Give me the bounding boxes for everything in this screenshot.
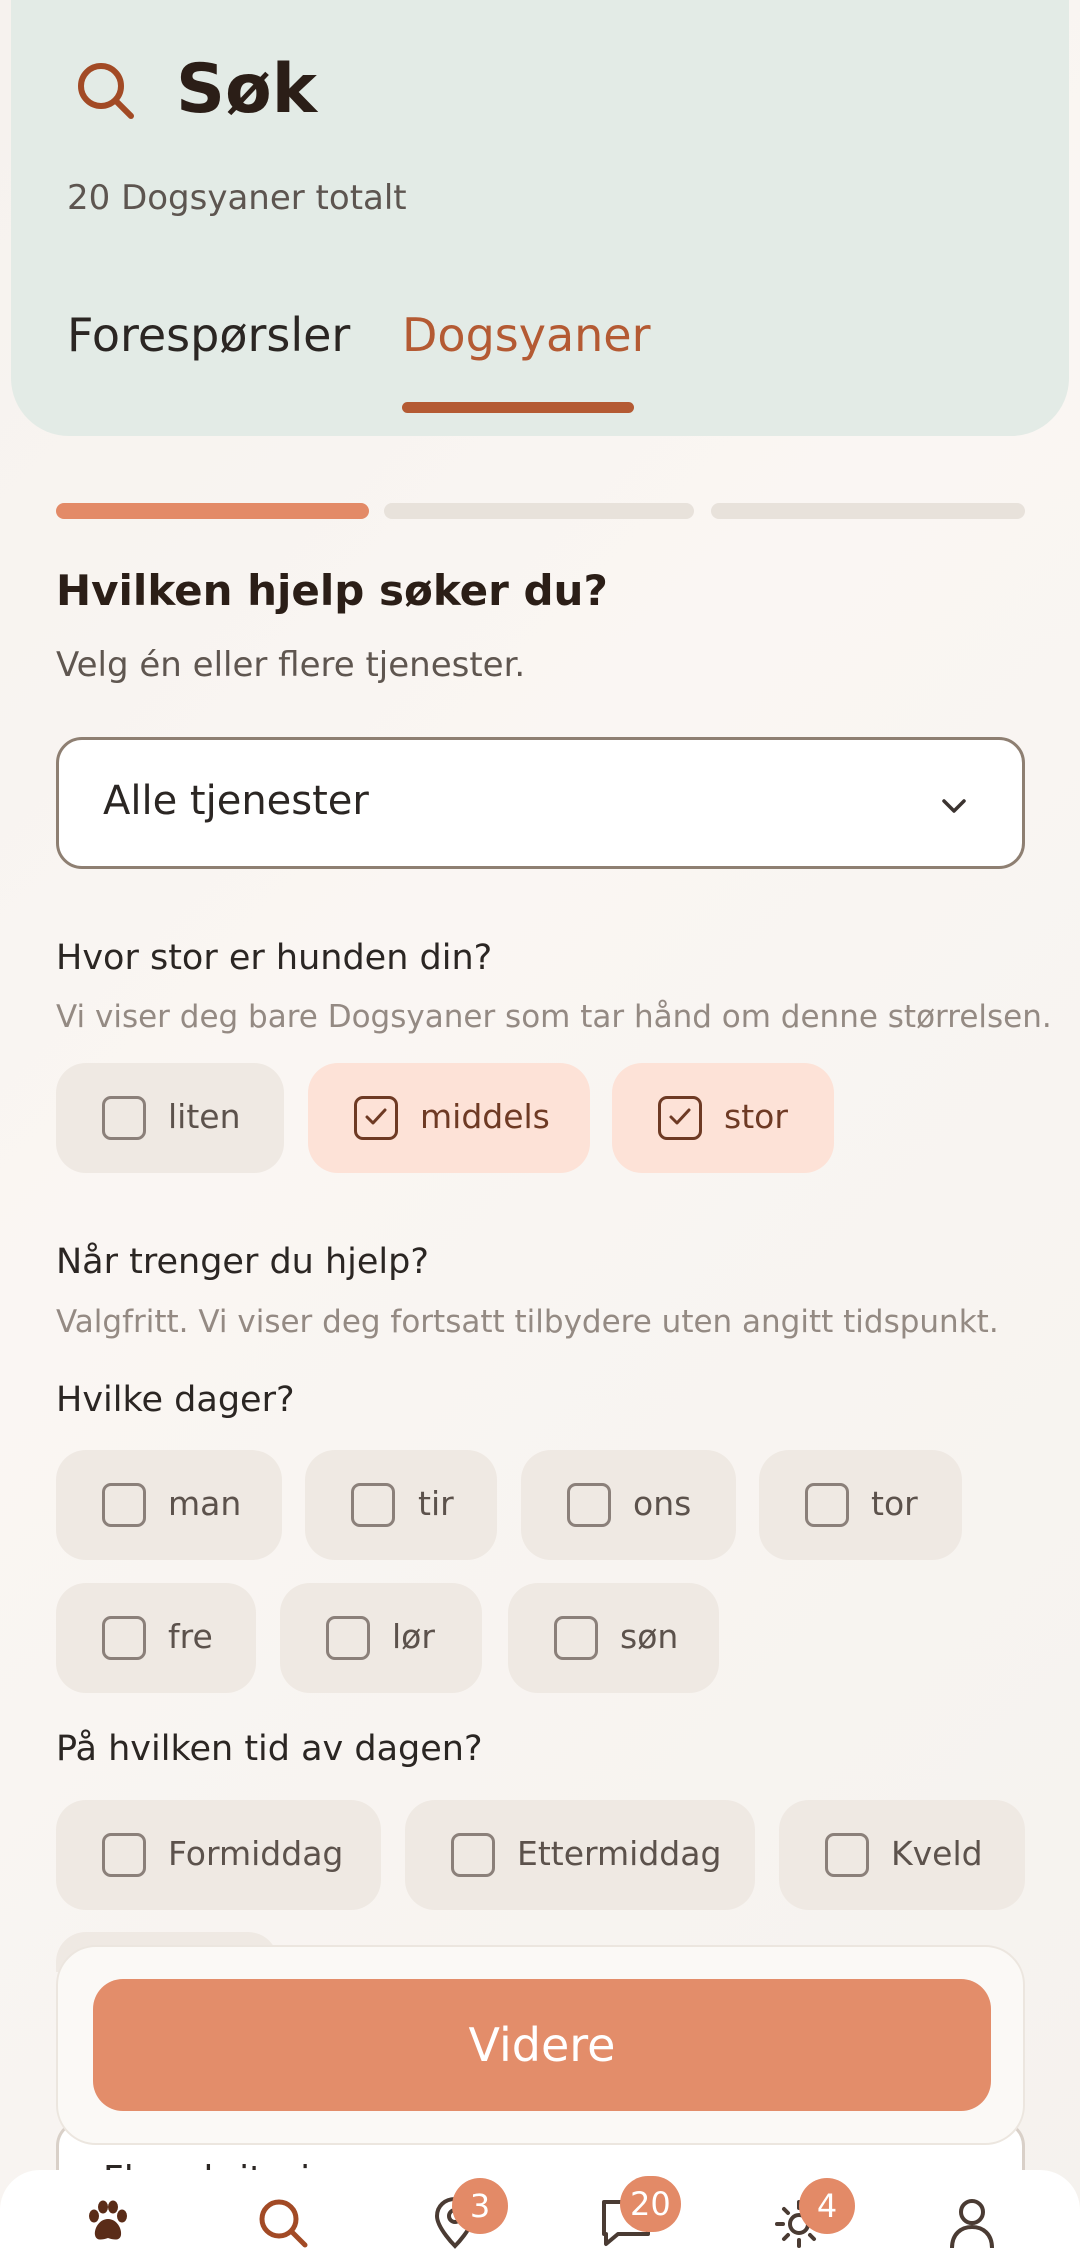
step-progress <box>56 503 1025 519</box>
nav-home[interactable] <box>80 2194 136 2250</box>
question-subtitle: Velg én eller flere tjenester. <box>56 645 526 685</box>
option-label: tir <box>418 1484 454 1523</box>
checkbox[interactable] <box>567 1483 611 1527</box>
profile-icon <box>950 2199 994 2249</box>
tab-dogsitters[interactable]: Dogsyaner <box>402 308 651 362</box>
check-icon <box>669 1108 691 1125</box>
total-count: 20 Dogsyaner totalt <box>67 178 407 218</box>
time-title: På hvilken tid av dagen? <box>56 1729 483 1769</box>
when-subtitle: Valgfritt. Vi viser deg fortsatt tilbyde… <box>56 1304 999 1340</box>
option-label: Formiddag <box>168 1834 344 1873</box>
progress-segment <box>711 503 1025 519</box>
day-option-thu[interactable]: tor <box>759 1450 962 1560</box>
chevron-down-icon <box>942 799 966 813</box>
day-option-fri[interactable]: fre <box>56 1583 256 1693</box>
time-option-evening[interactable]: Kveld <box>779 1800 1025 1910</box>
size-option-medium[interactable]: middels <box>308 1063 590 1173</box>
checkbox-checked[interactable] <box>354 1096 398 1140</box>
checkbox[interactable] <box>554 1616 598 1660</box>
check-icon <box>365 1108 387 1125</box>
day-option-wed[interactable]: ons <box>521 1450 736 1560</box>
search-icon <box>78 63 134 119</box>
map-badge: 3 <box>452 2178 508 2234</box>
day-option-mon[interactable]: man <box>56 1450 282 1560</box>
checkbox[interactable] <box>351 1483 395 1527</box>
paw-icon <box>89 2200 127 2240</box>
checkbox[interactable] <box>102 1096 146 1140</box>
activity-badge: 4 <box>799 2178 855 2234</box>
option-label: liten <box>168 1097 241 1136</box>
checkbox[interactable] <box>102 1833 146 1877</box>
tab-requests[interactable]: Forespørsler <box>67 308 350 362</box>
checkbox[interactable] <box>805 1483 849 1527</box>
time-option-afternoon[interactable]: Ettermiddag <box>405 1800 755 1910</box>
option-label: Kveld <box>891 1834 983 1873</box>
option-label: lør <box>392 1617 435 1656</box>
size-option-large[interactable]: stor <box>612 1063 834 1173</box>
day-option-sun[interactable]: søn <box>508 1583 719 1693</box>
days-title: Hvilke dager? <box>56 1380 295 1420</box>
size-option-small[interactable]: liten <box>56 1063 284 1173</box>
checkbox[interactable] <box>102 1616 146 1660</box>
time-option-morning[interactable]: Formiddag <box>56 1800 381 1910</box>
option-label: Ettermiddag <box>517 1834 722 1873</box>
nav-search[interactable] <box>254 2194 310 2250</box>
page-title: Søk <box>176 50 317 129</box>
header: Søk 20 Dogsyaner totalt Forespørsler Dog… <box>11 0 1069 436</box>
size-subtitle: Vi viser deg bare Dogsyaner som tar hånd… <box>56 999 1052 1035</box>
bottom-navigation: 3 20 4 <box>0 2170 1080 2268</box>
nav-profile[interactable] <box>944 2194 1000 2250</box>
active-tab-indicator <box>402 402 634 413</box>
next-button[interactable]: Videre <box>93 1979 991 2111</box>
option-label: ons <box>633 1484 692 1523</box>
size-title: Hvor stor er hunden din? <box>56 938 493 978</box>
option-label: søn <box>620 1617 679 1656</box>
option-label: stor <box>724 1097 788 1136</box>
progress-segment <box>56 503 369 519</box>
checkbox[interactable] <box>825 1833 869 1877</box>
checkbox[interactable] <box>102 1483 146 1527</box>
day-option-tue[interactable]: tir <box>305 1450 497 1560</box>
checkbox[interactable] <box>451 1833 495 1877</box>
option-label: tor <box>871 1484 918 1523</box>
messages-badge: 20 <box>620 2176 681 2232</box>
option-label: middels <box>420 1097 550 1136</box>
option-label: fre <box>168 1617 213 1656</box>
action-card: Videre <box>56 1945 1025 2145</box>
checkbox-checked[interactable] <box>658 1096 702 1140</box>
checkbox[interactable] <box>326 1616 370 1660</box>
option-label: man <box>168 1484 242 1523</box>
when-title: Når trenger du hjelp? <box>56 1242 429 1282</box>
day-option-sat[interactable]: lør <box>280 1583 482 1693</box>
service-select[interactable]: Alle tjenester <box>56 737 1025 869</box>
question-title: Hvilken hjelp søker du? <box>56 566 608 615</box>
search-icon <box>259 2199 308 2248</box>
service-select-value: Alle tjenester <box>103 778 369 824</box>
progress-segment <box>384 503 694 519</box>
